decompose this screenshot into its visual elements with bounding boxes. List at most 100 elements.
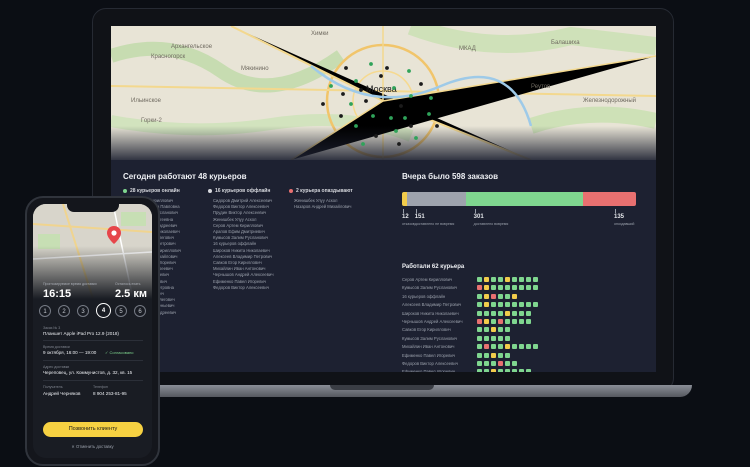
worker-order-cell[interactable]	[512, 361, 517, 366]
worker-order-cell[interactable]	[491, 361, 496, 366]
delivery-step[interactable]: 1	[39, 305, 51, 317]
worker-order-cell[interactable]	[491, 335, 496, 341]
worker-order-cell[interactable]	[477, 319, 482, 324]
courier-marker[interactable]	[361, 142, 365, 146]
worker-order-cell[interactable]	[484, 310, 489, 316]
worker-order-cell[interactable]	[505, 285, 510, 291]
courier-marker[interactable]	[321, 102, 325, 106]
courier-marker[interactable]	[341, 92, 345, 96]
worker-order-cell[interactable]	[491, 293, 496, 299]
worker-name[interactable]: Ефименко Павел Игоревич	[402, 369, 455, 372]
worker-order-cell[interactable]	[477, 310, 482, 316]
worker-order-cell[interactable]	[477, 327, 482, 333]
worker-order-cell[interactable]	[484, 344, 489, 350]
worker-order-cell[interactable]	[526, 319, 531, 324]
courier-marker[interactable]	[429, 96, 433, 100]
courier-marker[interactable]	[403, 116, 407, 120]
worker-order-cell[interactable]	[526, 369, 531, 372]
courier-marker[interactable]	[414, 136, 418, 140]
worker-name[interactable]: Кумысов Залим Русланович	[402, 285, 457, 291]
worker-order-cell[interactable]	[477, 361, 482, 366]
worker-order-cell[interactable]	[512, 344, 517, 350]
worker-order-cell[interactable]	[477, 302, 482, 308]
worker-name[interactable]: Михайлин Иван Антонович	[402, 344, 455, 350]
worker-order-cell[interactable]	[519, 277, 524, 282]
worker-order-cell[interactable]	[519, 319, 524, 324]
worker-order-cell[interactable]	[498, 352, 503, 358]
worker-order-cell[interactable]	[477, 293, 482, 299]
orders-bar[interactable]	[402, 192, 636, 206]
worker-order-cell[interactable]	[505, 369, 510, 372]
worker-order-cell[interactable]	[505, 302, 510, 308]
worker-order-cell[interactable]	[477, 352, 482, 358]
worker-order-cell[interactable]	[512, 285, 517, 291]
courier-marker[interactable]	[409, 124, 413, 128]
worker-order-cell[interactable]	[498, 335, 503, 341]
offline-courier-name[interactable]: Федоров Виктор Алексеевич	[213, 285, 274, 291]
worker-order-cell[interactable]	[526, 277, 531, 282]
courier-marker[interactable]	[354, 124, 358, 128]
courier-marker[interactable]	[349, 102, 353, 106]
worker-order-cell[interactable]	[491, 344, 496, 350]
worker-name[interactable]: Ефименко Павел Игоревич	[402, 353, 455, 359]
late-courier-name[interactable]: Назаров Андрей Михайлович	[294, 204, 351, 210]
worker-order-cell[interactable]	[533, 302, 538, 308]
worker-order-cell[interactable]	[505, 319, 510, 324]
worker-order-cell[interactable]	[505, 293, 510, 299]
worker-order-cell[interactable]	[526, 344, 531, 350]
worker-order-cell[interactable]	[491, 369, 496, 372]
orders-bar-segment[interactable]	[465, 192, 584, 206]
offline-courier-name[interactable]: Прудин Виктор Алексеевич	[213, 210, 274, 216]
worker-order-cell[interactable]	[533, 277, 538, 282]
courier-marker[interactable]	[371, 114, 375, 118]
worker-order-cell[interactable]	[498, 319, 503, 324]
delivery-step[interactable]: 2	[58, 305, 70, 317]
worker-order-cell[interactable]	[484, 285, 489, 291]
worker-order-cell[interactable]	[498, 327, 503, 333]
courier-marker[interactable]	[427, 112, 431, 116]
worker-name[interactable]: Алексеев Владимир Петрович	[402, 302, 461, 308]
worker-name[interactable]: Серов Артем Кириллович	[402, 277, 452, 283]
worker-order-cell[interactable]	[512, 302, 517, 308]
worker-order-cell[interactable]	[498, 361, 503, 366]
worker-order-cell[interactable]	[484, 352, 489, 358]
phone-value[interactable]: 8 904 253-81-95	[93, 391, 127, 396]
worker-order-cell[interactable]	[512, 319, 517, 324]
worker-order-cell[interactable]	[505, 361, 510, 366]
worker-order-cell[interactable]	[491, 302, 496, 308]
orders-bar-segment[interactable]	[406, 192, 466, 206]
cancel-delivery-button[interactable]: ✕ Отменить доставку	[33, 444, 152, 449]
worker-order-cell[interactable]	[477, 369, 482, 372]
worker-order-cell[interactable]	[484, 361, 489, 366]
worker-order-cell[interactable]	[484, 319, 489, 324]
delivery-step[interactable]: 3	[77, 305, 89, 317]
worker-order-cell[interactable]	[498, 369, 503, 372]
worker-order-cell[interactable]	[484, 302, 489, 308]
worker-order-cell[interactable]	[505, 352, 510, 358]
worker-order-cell[interactable]	[491, 277, 496, 282]
worker-order-cell[interactable]	[491, 285, 496, 291]
courier-marker[interactable]	[407, 69, 411, 73]
worker-order-cell[interactable]	[519, 285, 524, 291]
worker-order-cell[interactable]	[498, 344, 503, 350]
courier-marker[interactable]	[379, 74, 383, 78]
courier-marker[interactable]	[354, 79, 358, 83]
worker-order-cell[interactable]	[526, 310, 531, 316]
worker-order-cell[interactable]	[519, 369, 524, 372]
worker-order-cell[interactable]	[491, 310, 496, 316]
offline-courier-name[interactable]: Широков Никита Николаевич	[213, 248, 274, 254]
worker-order-cell[interactable]	[512, 310, 517, 316]
courier-marker[interactable]	[374, 134, 378, 138]
worker-order-cell[interactable]	[505, 277, 510, 282]
worker-order-cell[interactable]	[491, 352, 496, 358]
worker-order-cell[interactable]	[498, 285, 503, 291]
worker-order-cell[interactable]	[533, 344, 538, 350]
courier-marker[interactable]	[392, 86, 396, 90]
worker-order-cell[interactable]	[477, 335, 482, 341]
worker-order-cell[interactable]	[512, 277, 517, 282]
worker-order-cell[interactable]	[498, 277, 503, 282]
worker-order-cell[interactable]	[519, 302, 524, 308]
worker-order-cell[interactable]	[512, 369, 517, 372]
courier-marker[interactable]	[339, 114, 343, 118]
worker-order-cell[interactable]	[484, 335, 489, 341]
